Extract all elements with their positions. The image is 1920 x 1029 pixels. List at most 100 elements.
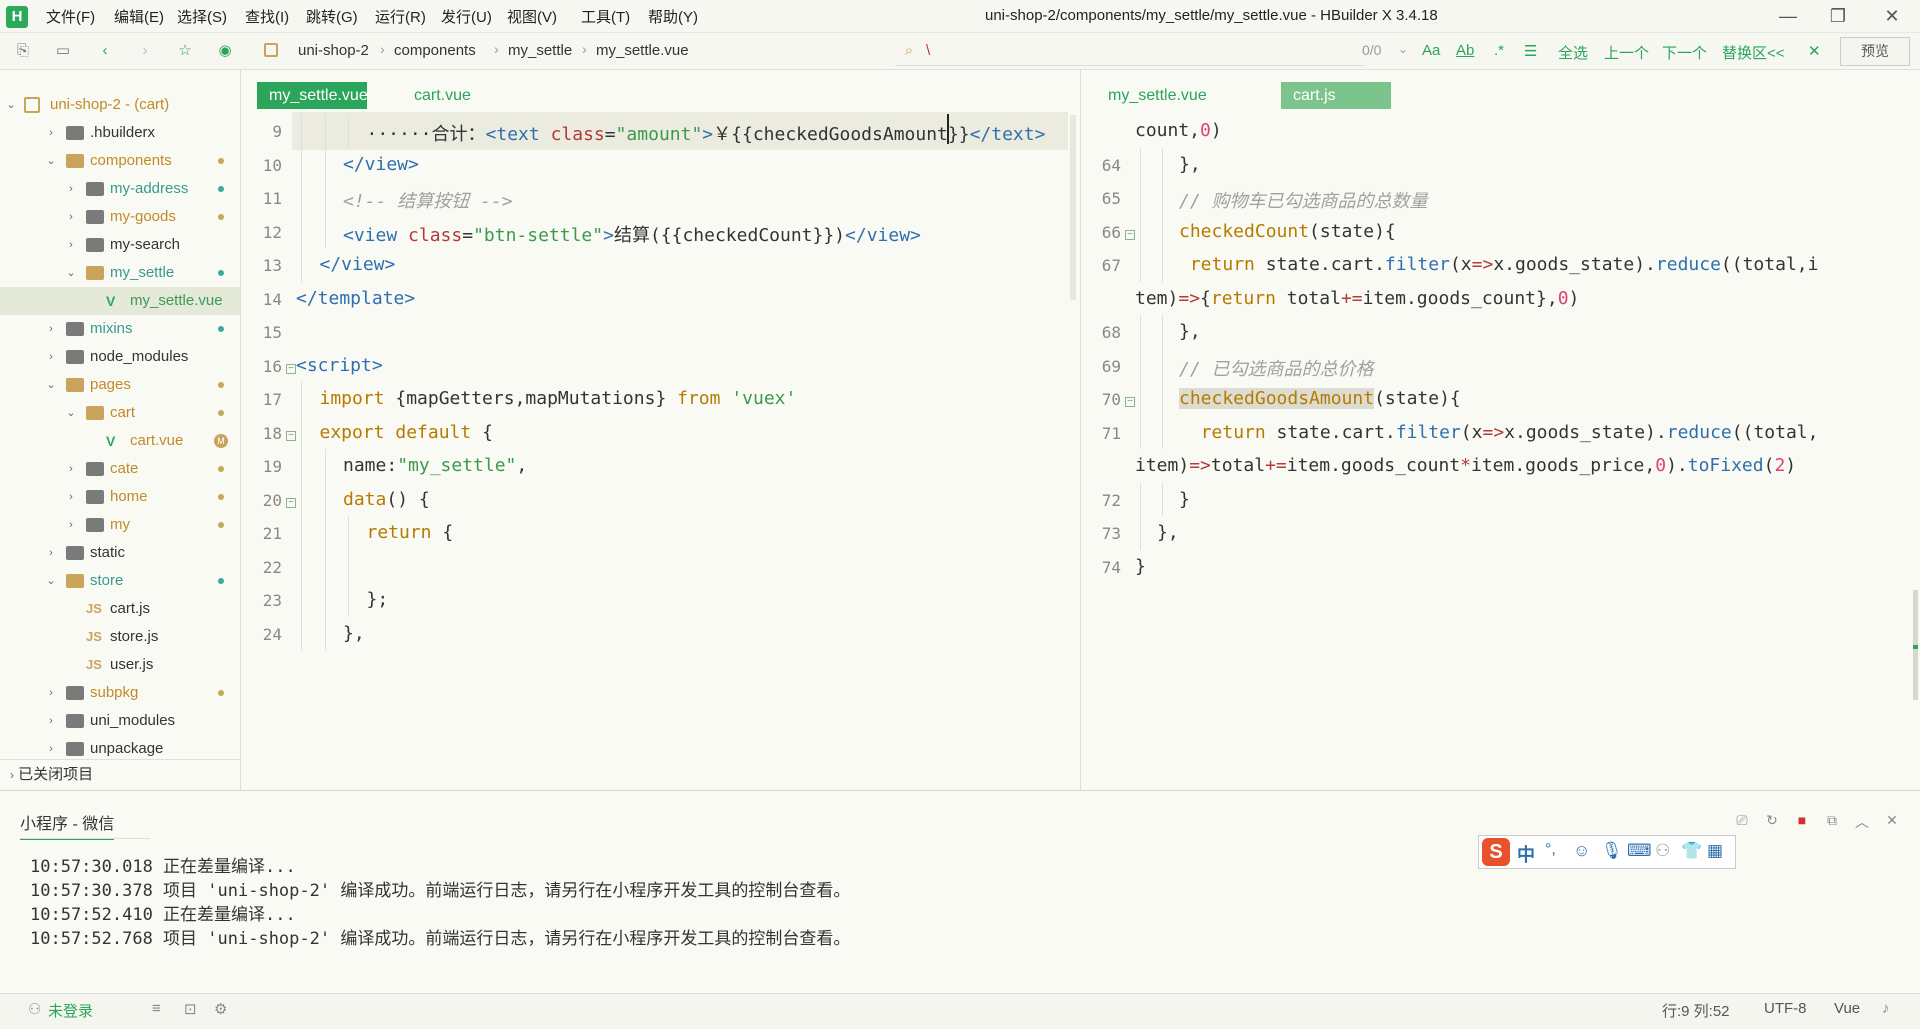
outline-icon[interactable]: ≡ — [152, 1000, 161, 1017]
fold-toggle-icon[interactable]: − — [286, 497, 296, 508]
tree-item[interactable]: JS cart.js — [0, 595, 240, 623]
find-next-button[interactable]: 下一个 — [1662, 42, 1707, 63]
tree-item[interactable]: JS store.js — [0, 623, 240, 651]
forward-icon[interactable]: › — [134, 40, 156, 62]
find-in-selection-icon[interactable]: ☰ — [1524, 42, 1537, 60]
tree-item[interactable]: Vmy_settle.vue — [0, 287, 240, 315]
left-editor-scrollbar[interactable] — [1070, 115, 1076, 300]
chevron-down-icon[interactable]: ⌄ — [44, 147, 58, 175]
tree-item[interactable]: › static — [0, 539, 240, 567]
maximize-button[interactable]: ❐ — [1818, 2, 1858, 30]
left-editor[interactable]: 9 ······合计：<text class="amount">￥{{checke… — [242, 110, 1080, 790]
console-stop-icon[interactable]: ■ — [1792, 812, 1812, 832]
skin-shirt-icon[interactable]: 👕 — [1681, 841, 1702, 861]
menu-6[interactable]: 发行(U) — [441, 6, 492, 27]
toolbox-grid-icon[interactable]: ▦ — [1707, 841, 1723, 861]
menu-1[interactable]: 编辑(E) — [114, 6, 164, 27]
breadcrumb-item[interactable]: my_settle.vue — [596, 42, 689, 59]
microphone-icon[interactable]: 🎙 — [1601, 841, 1623, 861]
breadcrumb-item[interactable]: my_settle — [508, 42, 572, 59]
chevron-right-icon[interactable]: › — [64, 483, 78, 511]
chevron-right-icon[interactable]: › — [64, 231, 78, 259]
editor-tab[interactable]: cart.js — [1281, 82, 1391, 109]
tree-item[interactable]: ⌄ components — [0, 147, 240, 175]
console-clear-icon[interactable]: ⎚ — [1732, 812, 1752, 832]
new-file-icon[interactable]: ⎘ — [12, 40, 34, 62]
closed-projects[interactable]: › 已关闭项目 — [0, 759, 240, 789]
tree-item[interactable]: Vcart.vue M — [0, 427, 240, 455]
chevron-right-icon[interactable]: › — [44, 315, 58, 343]
emoji-icon[interactable]: ☺ — [1573, 841, 1590, 861]
tree-item[interactable]: ⌄ cart — [0, 399, 240, 427]
chevron-right-icon[interactable]: › — [44, 707, 58, 735]
tree-project-root[interactable]: ⌄ uni-shop-2 - (cart) — [0, 91, 240, 119]
fold-toggle-icon[interactable]: − — [1125, 397, 1135, 407]
tree-item[interactable]: ⌄ store — [0, 567, 240, 595]
editor-tab[interactable]: my_settle.vue — [257, 82, 368, 109]
right-editor[interactable]: count,0) 64}, 65// 购物车已勾选商品的总数量 66− checkedC… — [1081, 110, 1920, 790]
tree-item[interactable]: › my-goods — [0, 203, 240, 231]
find-prev-button[interactable]: 上一个 — [1604, 42, 1649, 63]
menu-2[interactable]: 选择(S) — [177, 6, 227, 27]
back-icon[interactable]: ‹ — [94, 40, 116, 62]
tree-item[interactable]: › mixins — [0, 315, 240, 343]
tree-item[interactable]: › subpkg — [0, 679, 240, 707]
regex-button[interactable]: .* — [1494, 42, 1504, 59]
menu-7[interactable]: 视图(V) — [507, 6, 557, 27]
chevron-down-icon[interactable]: ⌄ — [44, 567, 58, 595]
menu-9[interactable]: 帮助(Y) — [648, 6, 698, 27]
breadcrumb-item[interactable]: uni-shop-2 — [298, 42, 369, 59]
fold-toggle-icon[interactable]: − — [286, 363, 296, 374]
breadcrumb-item[interactable]: components — [394, 42, 476, 59]
chevron-right-icon[interactable]: › — [44, 679, 58, 707]
menu-0[interactable]: 文件(F) — [46, 6, 95, 27]
tree-item[interactable]: › node_modules — [0, 343, 240, 371]
match-case-button[interactable]: Aa — [1422, 42, 1440, 59]
chevron-down-icon[interactable]: ⌄ — [44, 371, 58, 399]
chevron-right-icon[interactable]: › — [44, 119, 58, 147]
console-maximize-icon[interactable]: ︿ — [1852, 812, 1872, 832]
console-open-icon[interactable]: ⧉ — [1822, 812, 1842, 832]
tree-item[interactable]: › my-address — [0, 175, 240, 203]
minimize-button[interactable]: — — [1768, 2, 1808, 30]
find-close-button[interactable]: ✕ — [1808, 42, 1821, 60]
tree-item[interactable]: › home — [0, 483, 240, 511]
plugin-icon[interactable]: ⚙ — [214, 1000, 227, 1018]
close-window-button[interactable]: ✕ — [1872, 2, 1912, 30]
tree-item[interactable]: JS user.js — [0, 651, 240, 679]
menu-4[interactable]: 跳转(G) — [306, 6, 358, 27]
keyboard-icon[interactable]: ⌨ — [1627, 841, 1652, 861]
tree-item[interactable]: › my-search — [0, 231, 240, 259]
replace-toggle-button[interactable]: 替换区<< — [1722, 42, 1785, 63]
ime-punct[interactable]: °, — [1545, 841, 1556, 859]
tree-item[interactable]: › .hbuilderx — [0, 119, 240, 147]
encoding[interactable]: UTF-8 — [1764, 1000, 1807, 1017]
find-field[interactable] — [895, 38, 1365, 66]
tree-item[interactable]: ⌄ pages — [0, 371, 240, 399]
tree-item[interactable]: › uni_modules — [0, 707, 240, 735]
chevron-right-icon[interactable]: › — [64, 203, 78, 231]
whole-word-button[interactable]: Ab — [1456, 42, 1474, 59]
console-close-icon[interactable]: ✕ — [1882, 812, 1902, 832]
chevron-right-icon[interactable]: › — [64, 175, 78, 203]
console-tab[interactable]: 小程序 - 微信 — [20, 810, 115, 840]
ime-mode[interactable]: 中 — [1517, 841, 1535, 867]
chevron-down-icon[interactable]: ⌄ — [64, 399, 78, 427]
run-icon[interactable]: ◉ — [214, 40, 236, 62]
tree-item[interactable]: › cate — [0, 455, 240, 483]
terminal-icon[interactable]: ⊡ — [184, 1000, 197, 1018]
fold-toggle-icon[interactable]: − — [1125, 229, 1135, 240]
notification-bell-icon[interactable]: ♪ — [1882, 1000, 1890, 1017]
bookmark-star-icon[interactable]: ☆ — [174, 40, 196, 62]
chevron-right-icon[interactable]: › — [44, 539, 58, 567]
editor-tab[interactable]: cart.vue — [402, 82, 483, 109]
chevron-right-icon[interactable]: › — [44, 343, 58, 371]
menu-8[interactable]: 工具(T) — [581, 6, 630, 27]
save-icon[interactable]: ▭ — [52, 40, 74, 62]
tree-item[interactable]: ⌄ my_settle — [0, 259, 240, 287]
chevron-down-icon[interactable]: ⌄ — [64, 259, 78, 287]
menu-5[interactable]: 运行(R) — [375, 6, 426, 27]
select-all-button[interactable]: 全选 — [1558, 42, 1588, 63]
user-icon[interactable]: ⚇ — [1655, 841, 1670, 861]
chevron-right-icon[interactable]: › — [64, 455, 78, 483]
